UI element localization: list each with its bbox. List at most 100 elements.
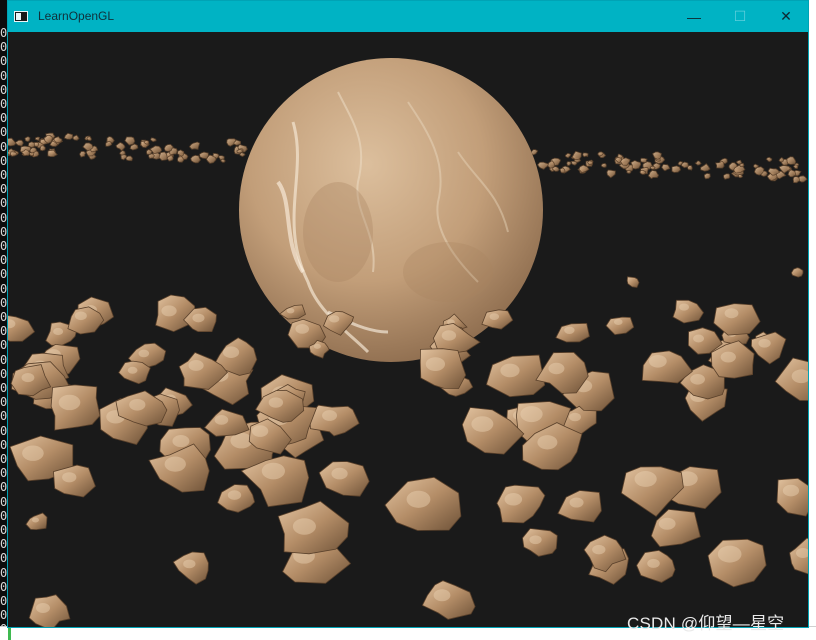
asteroid [564, 152, 572, 159]
asteroid [606, 169, 616, 179]
close-button[interactable]: ✕ [763, 1, 809, 32]
asteroid-highlight [489, 313, 500, 321]
asteroid-highlight [471, 416, 494, 432]
asteroid-highlight [227, 490, 242, 500]
asteroid [318, 461, 370, 497]
asteroid-highlight [433, 589, 451, 602]
asteroid-highlight [322, 410, 338, 421]
maximize-button[interactable]: ☐ [717, 1, 763, 32]
asteroid [566, 161, 572, 167]
close-icon: ✕ [780, 8, 792, 24]
asteroid-highlight [222, 346, 240, 358]
minimize-icon: — [687, 8, 701, 25]
asteroid-highlight [529, 535, 542, 545]
opengl-window: LearnOpenGL — ☐ ✕ [7, 0, 809, 628]
asteroid-highlight [192, 313, 205, 323]
asteroid-highlight [720, 351, 736, 363]
asteroid-highlight [592, 544, 606, 555]
asteroid-highlight [425, 357, 446, 372]
asteroid [630, 160, 642, 170]
asteroid [150, 137, 157, 143]
asteroid [600, 163, 607, 168]
asteroid-highlight [724, 308, 739, 319]
asteroid-highlight [138, 349, 150, 358]
asteroid-highlight [62, 472, 77, 483]
asteroid-highlight [53, 327, 64, 336]
asteroid [700, 163, 711, 172]
asteroid-highlight [693, 334, 705, 343]
asteroid-highlight [188, 360, 204, 371]
asteroid [72, 134, 80, 141]
asteroid-highlight [569, 412, 581, 422]
asteroid [737, 174, 744, 179]
asteroid-highlight [406, 490, 431, 508]
asteroid-highlight [782, 484, 800, 497]
asteroid [220, 158, 226, 163]
asteroid [661, 163, 671, 172]
asteroid-highlight [520, 406, 543, 423]
asteroid-highlight [564, 326, 575, 334]
maximize-icon: ☐ [733, 8, 747, 24]
asteroid [765, 156, 773, 163]
asteroid-highlight [717, 545, 742, 563]
asteroid-highlight [161, 305, 177, 317]
asteroid-highlight [292, 518, 316, 535]
asteroid [8, 315, 36, 342]
asteroid-highlight [268, 397, 284, 408]
asteroid-highlight [251, 425, 269, 437]
asteroid [39, 145, 46, 152]
asteroid-highlight [164, 456, 186, 472]
csdn-watermark: CSDN @仰望—星空 [627, 614, 785, 633]
asteroid-highlight [58, 394, 81, 411]
asteroid [79, 150, 87, 158]
asteroid [650, 508, 701, 548]
asteroid [582, 152, 589, 158]
window-title: LearnOpenGL [38, 9, 115, 23]
asteroid-highlight [295, 324, 310, 334]
asteroid-highlight [613, 318, 623, 326]
asteroid-highlight [32, 517, 39, 523]
asteroid [496, 484, 546, 524]
asteroid-highlight [569, 497, 584, 508]
asteroid [530, 149, 539, 156]
asteroid [236, 149, 244, 154]
asteroid [53, 464, 96, 498]
asteroid-highlight [441, 330, 457, 341]
asteroid [47, 149, 58, 157]
asteroid [778, 156, 785, 163]
scene-canvas [8, 58, 808, 627]
asteroid-highlight [634, 471, 657, 487]
title-bar[interactable]: LearnOpenGL — ☐ ✕ [8, 1, 808, 32]
asteroid [28, 594, 71, 627]
asteroid [63, 132, 74, 140]
asteroid [177, 149, 185, 157]
asteroid [14, 139, 24, 147]
render-viewport[interactable] [8, 32, 808, 627]
asteroid [723, 173, 731, 180]
asteroid-highlight [758, 338, 771, 348]
asteroid-highlight [313, 343, 321, 349]
asteroid [143, 140, 150, 145]
asteroid [640, 157, 648, 164]
asteroid-highlight [500, 363, 520, 378]
asteroid-highlight [74, 311, 87, 321]
asteroid-highlight [331, 467, 348, 480]
asteroid [694, 160, 702, 166]
asteroid-highlight [22, 445, 44, 461]
asteroid [713, 303, 761, 336]
asteroid [188, 141, 201, 150]
asteroid [34, 136, 41, 142]
asteroid [715, 160, 725, 169]
asteroid [671, 165, 681, 173]
asteroid-highlight [504, 492, 523, 506]
asteroid [626, 169, 632, 174]
asteroid [647, 169, 660, 180]
asteroid [703, 172, 711, 180]
asteroid [792, 176, 800, 184]
asteroid-highlight [214, 415, 229, 425]
minimize-button[interactable]: — [671, 1, 717, 32]
asteroid [707, 538, 767, 588]
asteroid-highlight [548, 362, 565, 375]
asteroid [419, 348, 467, 389]
asteroid-highlight [286, 308, 295, 314]
